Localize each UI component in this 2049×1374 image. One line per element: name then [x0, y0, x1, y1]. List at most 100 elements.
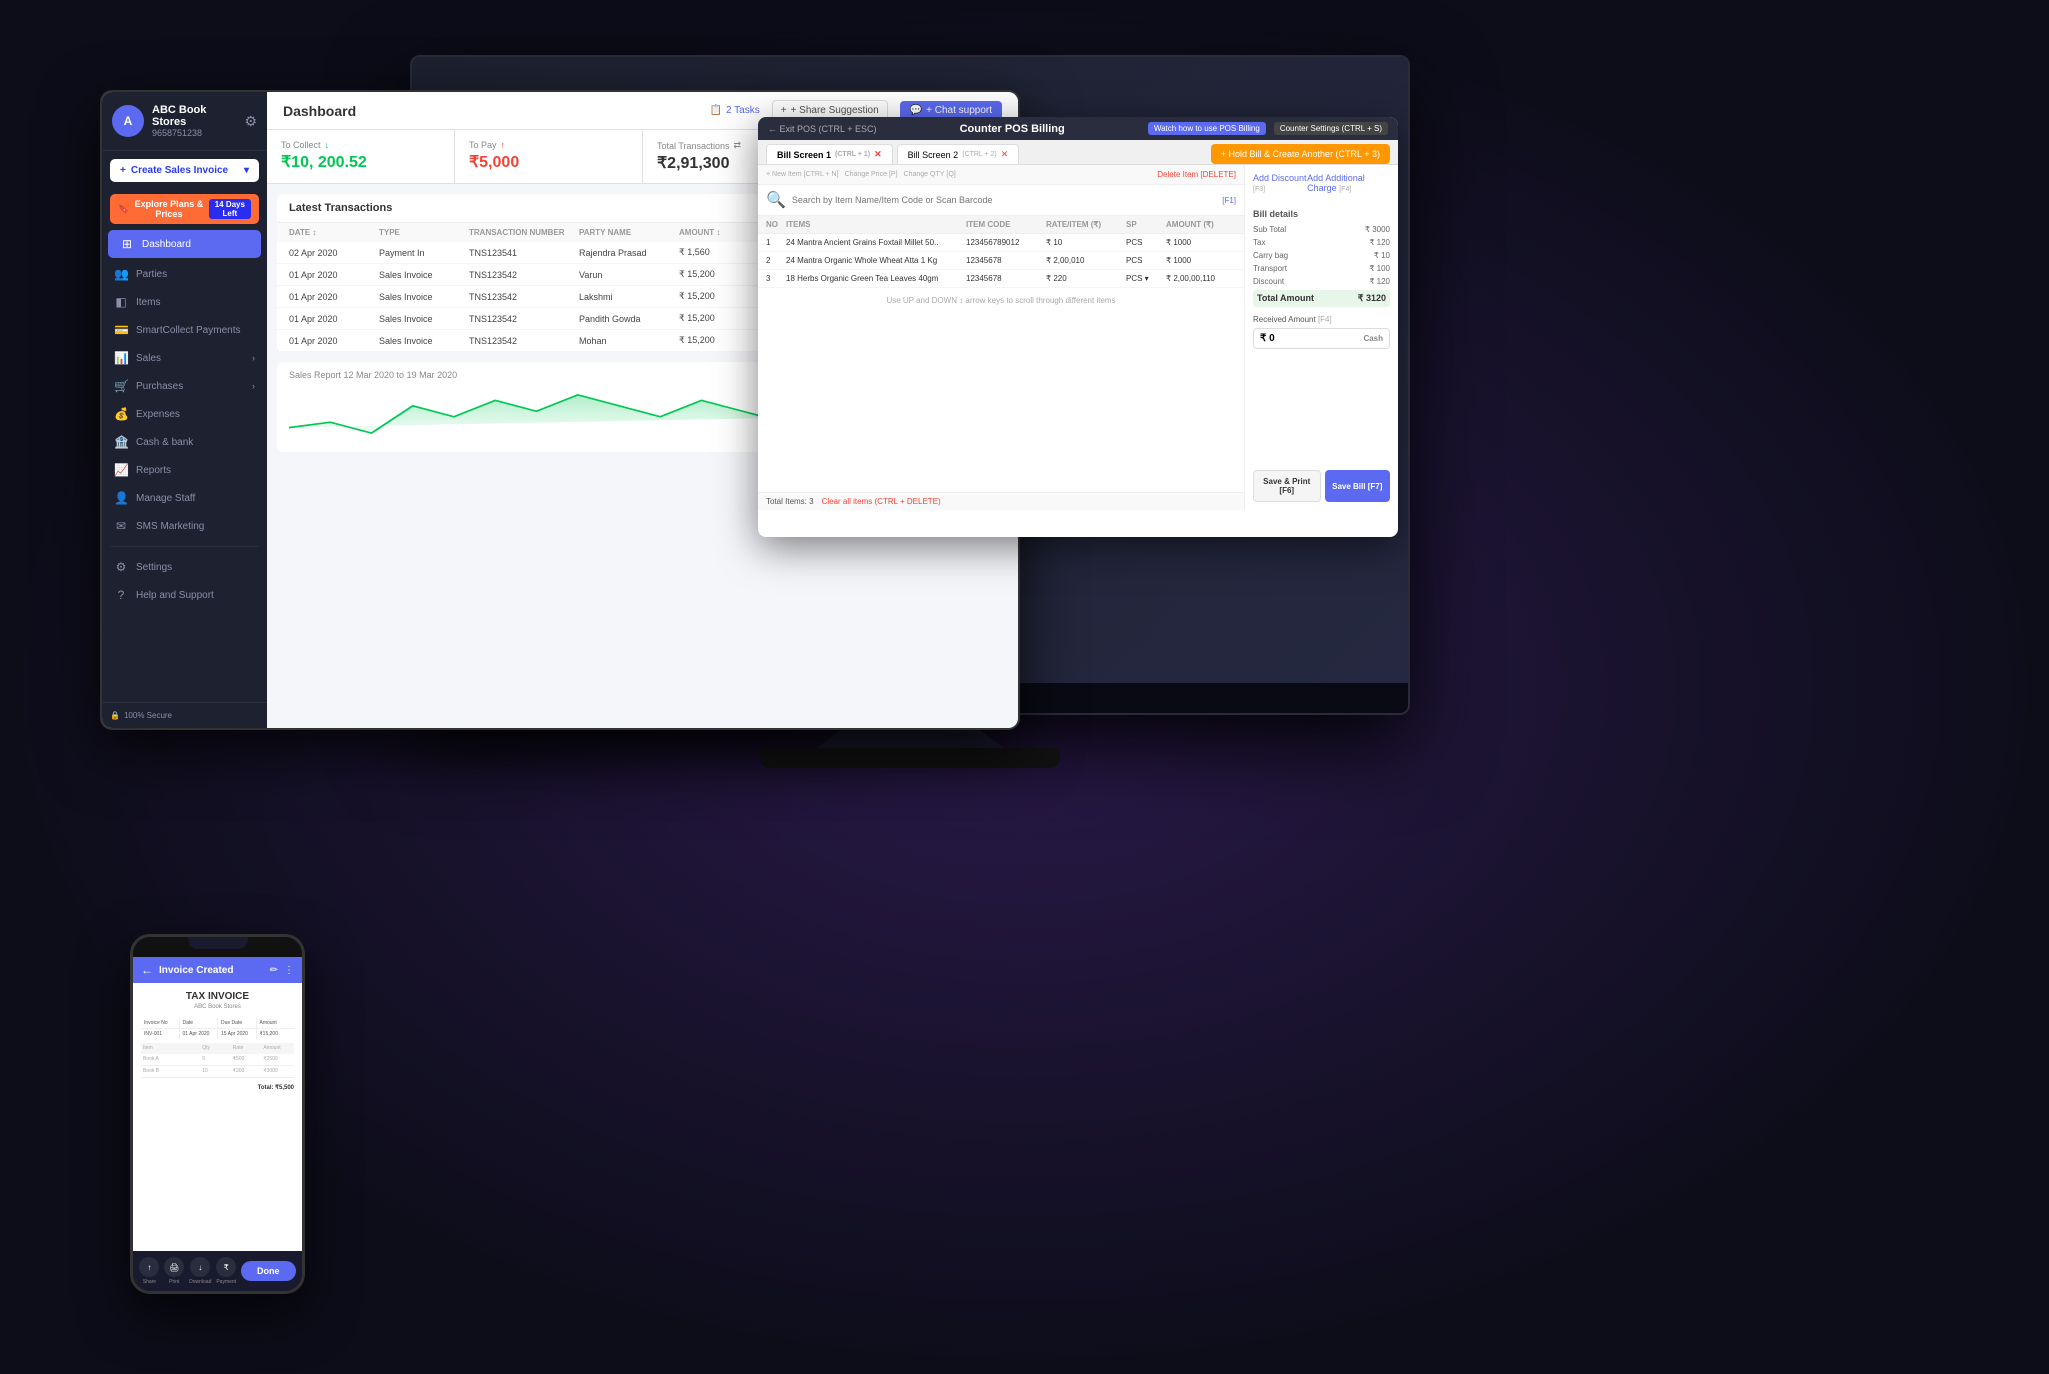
cell-rate: ₹ 220	[1046, 274, 1126, 283]
sidebar-item-settings[interactable]: ⚙ Settings	[102, 553, 267, 581]
sidebar-item-purchases[interactable]: 🛒 Purchases ›	[102, 372, 267, 400]
bill-details-title: Bill details	[1253, 209, 1390, 219]
scene: A ABC Book Stores 9658751238 ⚙ + Create …	[0, 0, 2049, 1374]
search-input[interactable]	[792, 195, 1216, 205]
sidebar-item-cash-bank[interactable]: 🏦 Cash & bank	[102, 428, 267, 456]
search-icon: 🔍	[766, 190, 786, 210]
col-date: DATE ↕	[289, 228, 379, 237]
add-charge-button[interactable]: Add Additional Charge [F4]	[1307, 173, 1390, 193]
pos-left: + New Item [CTRL + N] Change Price [P] C…	[758, 165, 1245, 510]
help-icon: ?	[114, 588, 128, 602]
watch-how-button[interactable]: Watch how to use POS Billing	[1148, 122, 1266, 135]
cell-amount: ₹ 15,200	[679, 313, 759, 324]
received-amount-field[interactable]: ₹ 0 Cash	[1253, 328, 1390, 349]
cell-txn: TNS123542	[469, 270, 579, 280]
sidebar-nav: ⊞ Dashboard 👥 Parties ◧ Items 💳 SmartCol…	[102, 228, 267, 702]
cell-txn: TNS123541	[469, 248, 579, 258]
col-type: TYPE	[379, 228, 469, 237]
sidebar-item-items[interactable]: ◧ Items	[102, 288, 267, 316]
sidebar-item-smartcollect[interactable]: 💳 SmartCollect Payments	[102, 316, 267, 344]
sidebar-label: Cash & bank	[136, 437, 193, 448]
add-discount-button[interactable]: Add Discount [F3]	[1253, 173, 1307, 197]
sidebar-item-sales[interactable]: 📊 Sales ›	[102, 344, 267, 372]
gear-icon[interactable]: ⚙	[244, 113, 257, 130]
cell: 15 Apr 2020	[218, 1029, 256, 1039]
tasks-button[interactable]: 📋 2 Tasks	[710, 105, 760, 116]
col-sp: SP	[1126, 220, 1166, 229]
invoice-title: TAX INVOICE	[141, 991, 294, 1002]
counter-settings-button[interactable]: Counter Settings (CTRL + S)	[1274, 122, 1388, 135]
exit-pos-button[interactable]: ← Exit POS (CTRL + ESC)	[768, 124, 876, 134]
download-action-button[interactable]: ↓ Download	[189, 1257, 211, 1285]
invoice-subtitle: ABC Book Stores	[141, 1004, 294, 1010]
save-bill-button[interactable]: Save Bill [F7]	[1325, 470, 1391, 502]
hold-bill-button[interactable]: + Hold Bill & Create Another (CTRL + 3)	[1211, 144, 1390, 164]
pos-bill-panel: Add Discount [F3] Add Additional Charge …	[1245, 165, 1398, 510]
delete-item-button[interactable]: Delete Item [DELETE]	[1157, 170, 1236, 179]
explore-plans-button[interactable]: 🔖 Explore Plans & Prices 14 Days Left	[110, 194, 259, 224]
new-item-button[interactable]: + New Item [CTRL + N]	[766, 171, 839, 178]
to-pay-card: To Pay ↑ ₹5,000	[455, 130, 643, 183]
clear-all-button[interactable]: Clear all items (CTRL + DELETE)	[822, 497, 941, 506]
monitor2-base	[760, 748, 1060, 768]
bill-screen-2-tab[interactable]: Bill Screen 2 (CTRL + 2) ✕	[897, 144, 1020, 164]
done-button[interactable]: Done	[241, 1261, 296, 1281]
user-phone: 9658751238	[152, 128, 236, 138]
sidebar-item-sms-marketing[interactable]: ✉ SMS Marketing	[102, 512, 267, 540]
cell-party: Rajendra Prasad	[579, 248, 679, 258]
cell-type: Payment In	[379, 248, 469, 258]
lock-icon: 🔒	[110, 711, 120, 720]
create-sales-invoice-button[interactable]: + Create Sales Invoice ▾	[110, 159, 259, 182]
purchases-icon: 🛒	[114, 379, 128, 393]
edit-icon[interactable]: ✏	[270, 965, 278, 976]
pos-toolbar: + New Item [CTRL + N] Change Price [P] C…	[758, 165, 1244, 185]
save-print-button[interactable]: Save & Print [F6]	[1253, 470, 1321, 502]
cell-amount: ₹ 15,200	[679, 291, 759, 302]
sidebar-item-parties[interactable]: 👥 Parties	[102, 260, 267, 288]
bill-discount-row: Discount ₹ 120	[1253, 277, 1390, 286]
card-value: ₹10, 200.52	[281, 152, 440, 172]
close-tab-icon[interactable]: ✕	[1001, 149, 1009, 160]
sidebar-label: Parties	[136, 269, 167, 280]
share-action-button[interactable]: ↑ Share	[139, 1257, 159, 1285]
close-tab-icon[interactable]: ✕	[874, 149, 882, 160]
sidebar-label: Manage Staff	[136, 493, 195, 504]
bill-screen-1-tab[interactable]: Bill Screen 1 (CTRL + 1) ✕	[766, 144, 893, 164]
discount-label: Discount	[1253, 277, 1284, 286]
to-collect-card: To Collect ↓ ₹10, 200.52	[267, 130, 455, 183]
sidebar-item-help[interactable]: ? Help and Support	[102, 581, 267, 609]
sales-icon: 📊	[114, 351, 128, 365]
smartcollect-icon: 💳	[114, 323, 128, 337]
sidebar-item-manage-staff[interactable]: 👤 Manage Staff	[102, 484, 267, 512]
cell-date: 02 Apr 2020	[289, 248, 379, 258]
cell-type: Sales Invoice	[379, 336, 469, 346]
cash-bank-icon: 🏦	[114, 435, 128, 449]
payment-action-button[interactable]: ₹ Payment	[216, 1257, 236, 1285]
cell-txn: TNS123542	[469, 314, 579, 324]
cell-rate: ₹ 10	[1046, 238, 1126, 247]
more-options-icon[interactable]: ⋮	[284, 965, 294, 976]
payment-method-label: Cash	[1363, 334, 1383, 343]
cell-code: 12345678	[966, 274, 1046, 283]
chevron-down-icon: ▾	[244, 165, 249, 176]
sidebar-label: Settings	[136, 562, 172, 573]
invoice-header: TAX INVOICE ABC Book Stores	[141, 991, 294, 1010]
plus-icon: +	[781, 105, 787, 116]
back-button[interactable]: ←	[141, 963, 153, 977]
change-price-button[interactable]: Change Price [P]	[845, 171, 898, 178]
cell-no: 2	[766, 256, 786, 265]
cell-type: Sales Invoice	[379, 270, 469, 280]
carrybag-label: Carry bag	[1253, 251, 1288, 260]
print-action-button[interactable]: 🖨 Print	[164, 1257, 184, 1285]
cell-date: 01 Apr 2020	[289, 314, 379, 324]
sidebar-item-expenses[interactable]: 💰 Expenses	[102, 400, 267, 428]
reports-icon: 📈	[114, 463, 128, 477]
sidebar-item-dashboard[interactable]: ⊞ Dashboard	[108, 230, 261, 258]
col-party: PARTY NAME	[579, 228, 679, 237]
pos-item-row: 2 24 Mantra Organic Whole Wheat Atta 1 K…	[758, 252, 1244, 270]
pos-body: + New Item [CTRL + N] Change Price [P] C…	[758, 165, 1398, 510]
change-qty-button[interactable]: Change QTY [Q]	[904, 171, 956, 178]
total-value: ₹ 3120	[1358, 293, 1386, 304]
sidebar-item-reports[interactable]: 📈 Reports	[102, 456, 267, 484]
chevron-right-icon: ›	[252, 353, 255, 363]
